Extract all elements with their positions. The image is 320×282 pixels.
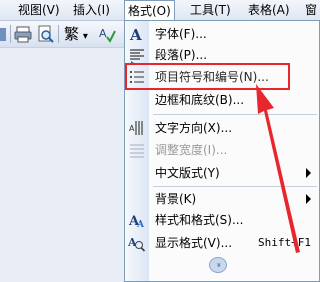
annotation-arrow-icon (256, 84, 300, 253)
